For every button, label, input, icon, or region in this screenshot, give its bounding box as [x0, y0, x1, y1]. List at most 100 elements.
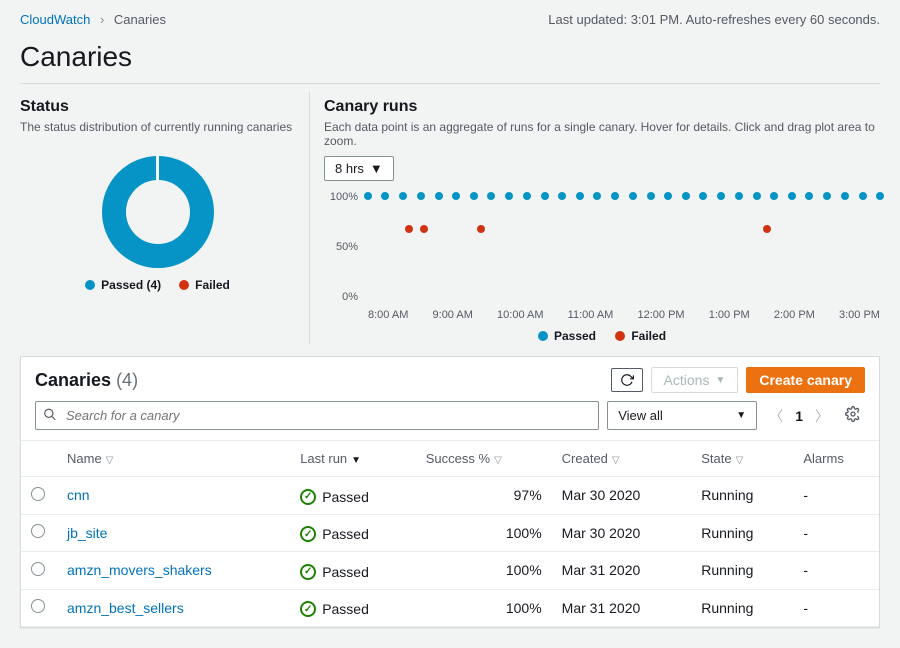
table-heading: Canaries (4) [35, 370, 138, 391]
create-canary-button[interactable]: Create canary [746, 367, 865, 393]
data-point-passed[interactable] [682, 192, 690, 200]
legend-failed: Failed [179, 278, 230, 292]
success-pct: 97% [416, 477, 552, 515]
canary-name-link[interactable]: amzn_best_sellers [67, 600, 184, 616]
last-run-status: ✓Passed [300, 601, 369, 617]
data-point-passed[interactable] [647, 192, 655, 200]
data-point-passed[interactable] [399, 192, 407, 200]
x-tick: 9:00 AM [433, 309, 473, 327]
data-point-passed[interactable] [788, 192, 796, 200]
data-point-passed[interactable] [523, 192, 531, 200]
actions-button[interactable]: Actions ▼ [651, 367, 739, 393]
created-date: Mar 30 2020 [552, 514, 692, 552]
data-point-passed[interactable] [364, 192, 372, 200]
table-row: jb_site✓Passed100%Mar 30 2020Running- [21, 514, 879, 552]
data-point-passed[interactable] [593, 192, 601, 200]
col-name[interactable]: Name▽ [57, 441, 290, 477]
data-point-passed[interactable] [753, 192, 761, 200]
breadcrumb-current: Canaries [114, 12, 166, 27]
col-state[interactable]: State▽ [691, 441, 793, 477]
col-success[interactable]: Success %▽ [416, 441, 552, 477]
data-point-failed[interactable] [420, 225, 428, 233]
row-select-radio[interactable] [31, 599, 45, 613]
data-point-passed[interactable] [664, 192, 672, 200]
view-filter-select[interactable]: View all ▼ [607, 401, 757, 430]
breadcrumb: CloudWatch › Canaries [20, 12, 166, 27]
legend-passed: Passed (4) [85, 278, 161, 292]
runs-legend-failed: Failed [615, 329, 666, 343]
data-point-passed[interactable] [876, 192, 884, 200]
data-point-passed[interactable] [435, 192, 443, 200]
row-select-radio[interactable] [31, 562, 45, 576]
alarms-text: - [793, 589, 879, 627]
last-updated-text: Last updated: 3:01 PM. Auto-refreshes ev… [548, 12, 880, 27]
success-pct: 100% [416, 589, 552, 627]
x-tick: 12:00 PM [638, 309, 685, 327]
canaries-table-card: Canaries (4) Actions ▼ Create canary [20, 356, 880, 628]
status-donut-chart[interactable] [20, 142, 295, 278]
settings-button[interactable] [841, 402, 865, 429]
data-point-passed[interactable] [381, 192, 389, 200]
data-point-passed[interactable] [470, 192, 478, 200]
table-row: amzn_best_sellers✓Passed100%Mar 31 2020R… [21, 589, 879, 627]
runs-scatter-chart[interactable]: 100% 50% 0% 8:00 AM9:00 AM10:00 AM11:00 … [324, 187, 880, 327]
data-point-passed[interactable] [611, 192, 619, 200]
data-point-passed[interactable] [487, 192, 495, 200]
state-text: Running [691, 552, 793, 590]
time-range-select[interactable]: 8 hrs ▼ [324, 156, 394, 181]
data-point-passed[interactable] [717, 192, 725, 200]
data-point-failed[interactable] [405, 225, 413, 233]
data-point-passed[interactable] [505, 192, 513, 200]
check-circle-icon: ✓ [300, 601, 316, 617]
prev-page-button[interactable]: 〈 [765, 402, 787, 430]
divider [20, 83, 880, 84]
caret-down-icon: ▼ [715, 375, 725, 386]
caret-down-icon: ▼ [370, 161, 383, 176]
col-alarms[interactable]: Alarms [793, 441, 879, 477]
data-point-passed[interactable] [452, 192, 460, 200]
caret-down-icon: ▼ [736, 410, 746, 421]
data-point-failed[interactable] [763, 225, 771, 233]
search-input-wrap [35, 401, 599, 430]
status-subtitle: The status distribution of currently run… [20, 120, 295, 134]
y-axis: 100% 50% 0% [324, 187, 364, 307]
alarms-text: - [793, 552, 879, 590]
page-title: Canaries [20, 35, 880, 83]
row-select-radio[interactable] [31, 487, 45, 501]
data-point-passed[interactable] [558, 192, 566, 200]
refresh-button[interactable] [611, 368, 643, 392]
data-point-passed[interactable] [805, 192, 813, 200]
data-point-passed[interactable] [859, 192, 867, 200]
search-input[interactable] [35, 401, 599, 430]
canary-name-link[interactable]: cnn [67, 487, 90, 503]
col-created[interactable]: Created▽ [552, 441, 692, 477]
next-page-button[interactable]: 〉 [811, 402, 833, 430]
row-select-radio[interactable] [31, 524, 45, 538]
data-point-passed[interactable] [576, 192, 584, 200]
data-point-passed[interactable] [629, 192, 637, 200]
canary-name-link[interactable]: jb_site [67, 525, 107, 541]
col-last-run[interactable]: Last run▼ [290, 441, 416, 477]
check-circle-icon: ✓ [300, 526, 316, 542]
data-point-passed[interactable] [417, 192, 425, 200]
state-text: Running [691, 514, 793, 552]
canary-name-link[interactable]: amzn_movers_shakers [67, 562, 212, 578]
data-point-passed[interactable] [770, 192, 778, 200]
gear-icon [845, 406, 861, 422]
last-run-status: ✓Passed [300, 489, 369, 505]
table-row: amzn_movers_shakers✓Passed100%Mar 31 202… [21, 552, 879, 590]
x-axis: 8:00 AM9:00 AM10:00 AM11:00 AM12:00 PM1:… [368, 309, 880, 327]
chevron-right-icon: › [100, 12, 104, 27]
data-point-passed[interactable] [823, 192, 831, 200]
pager: 〈 1 〉 [765, 402, 833, 430]
data-point-failed[interactable] [477, 225, 485, 233]
runs-legend-passed: Passed [538, 329, 596, 343]
data-point-passed[interactable] [735, 192, 743, 200]
last-run-status: ✓Passed [300, 526, 369, 542]
created-date: Mar 31 2020 [552, 552, 692, 590]
breadcrumb-root[interactable]: CloudWatch [20, 12, 90, 27]
data-point-passed[interactable] [541, 192, 549, 200]
data-point-passed[interactable] [841, 192, 849, 200]
data-point-passed[interactable] [699, 192, 707, 200]
x-tick: 11:00 AM [568, 309, 614, 327]
